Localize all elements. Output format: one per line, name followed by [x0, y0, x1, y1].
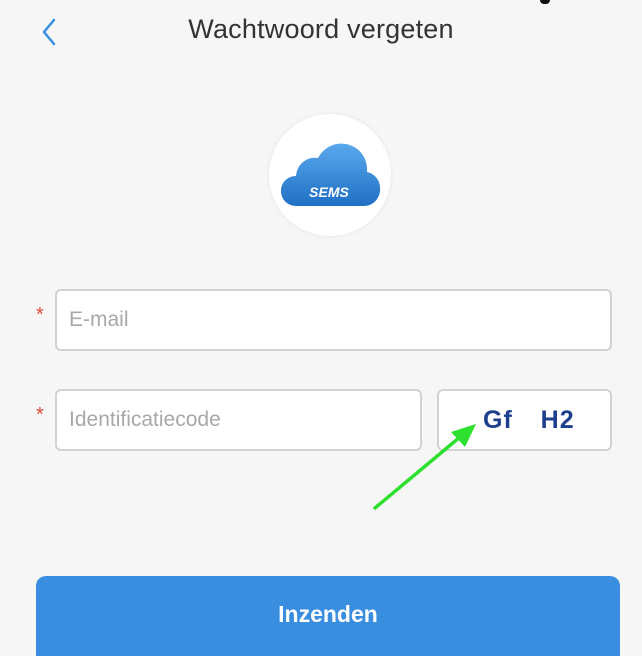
- code-required-marker: *: [36, 404, 44, 426]
- email-required-marker: *: [36, 304, 44, 326]
- cloud-icon: SEMS: [281, 143, 381, 206]
- captcha-image[interactable]: Gf H2: [437, 389, 612, 451]
- logo-text: SEMS: [309, 184, 349, 200]
- page-title: Wachtwoord vergeten: [188, 14, 454, 44]
- email-field-container: [55, 289, 612, 351]
- email-field[interactable]: [57, 291, 610, 349]
- submit-button[interactable]: Inzenden: [36, 576, 620, 656]
- app-logo: SEMS: [269, 114, 391, 236]
- identification-code-field[interactable]: [57, 391, 420, 449]
- code-field-container: [55, 389, 422, 451]
- header-bar: Wachtwoord vergeten: [0, 0, 642, 70]
- captcha-text: Gf H2: [483, 406, 575, 434]
